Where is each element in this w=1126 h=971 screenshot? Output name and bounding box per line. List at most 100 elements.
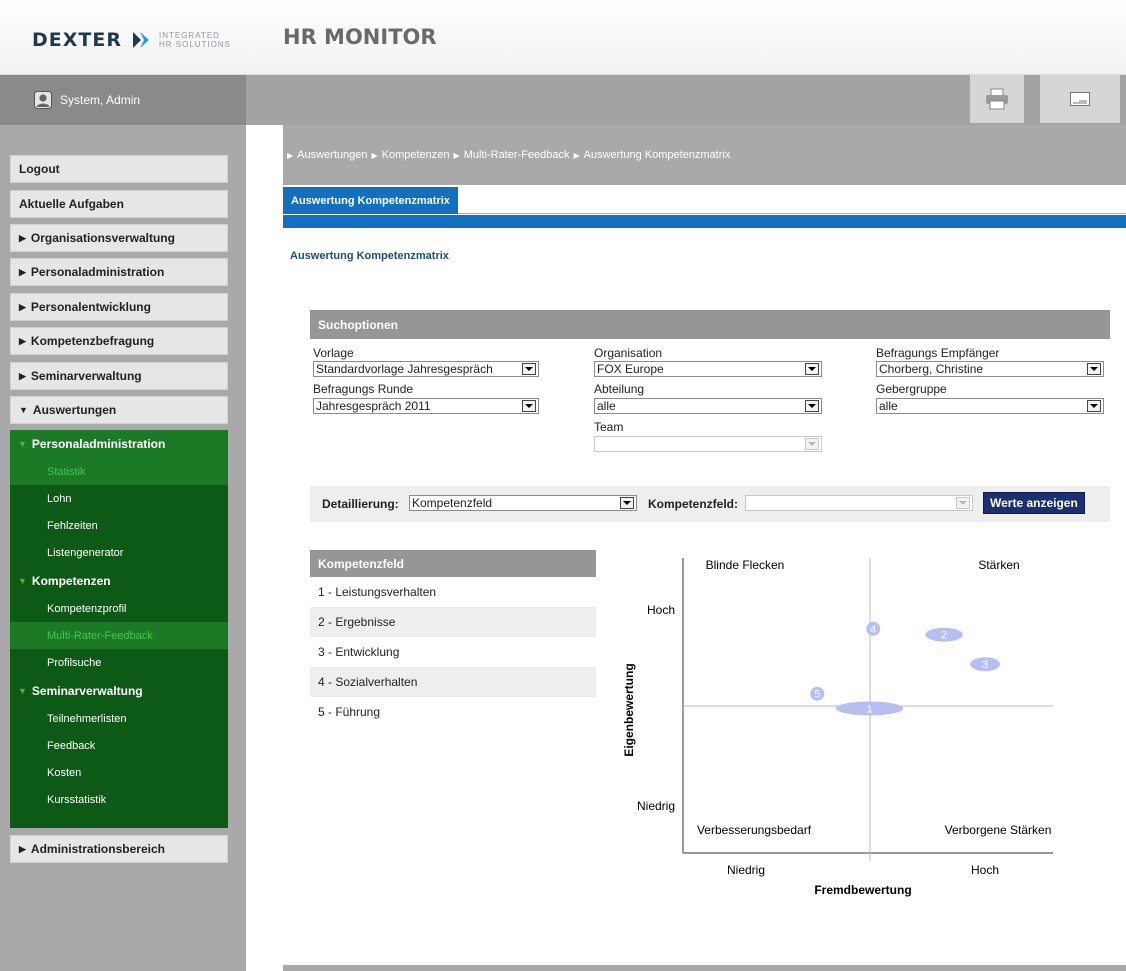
runde-value: Jahresgespräch 2011 — [316, 399, 431, 413]
submenu-item-profilsuche[interactable]: Profilsuche — [10, 649, 228, 676]
page-title: Auswertung Kompetenzmatrix — [290, 250, 449, 262]
breadcrumb-item[interactable]: Multi-Rater-Feedback — [464, 149, 570, 161]
caret-down-icon: ▼ — [18, 439, 27, 449]
main-content: ▶ Auswertungen ▶ Kompetenzen ▶ Multi-Rat… — [283, 125, 1126, 971]
breadcrumb-arrow-icon: ▶ — [287, 150, 294, 160]
organisation-label: Organisation — [594, 346, 663, 360]
table-row[interactable]: 5 - Führung — [310, 697, 596, 727]
show-values-button[interactable]: Werte anzeigen — [983, 492, 1085, 514]
bubble-label: 1 — [866, 703, 872, 715]
y-tick-label: Niedrig — [637, 799, 675, 813]
submenu-item-listengenerator[interactable]: Listengenerator — [10, 539, 228, 566]
search-options: Suchoptionen Vorlage Standardvorlage Jah… — [310, 310, 1110, 470]
empfaenger-value: Chorberg, Christine — [879, 362, 984, 376]
submenu-item-fehlzeiten[interactable]: Fehlzeiten — [10, 512, 228, 539]
bubble-label: 2 — [941, 630, 947, 642]
organisation-select[interactable]: FOX Europe — [594, 361, 822, 377]
chevron-down-icon[interactable] — [522, 400, 536, 412]
tab-stripe — [283, 215, 1126, 228]
submenu-item-kompetenzprofil[interactable]: Kompetenzprofil — [10, 595, 228, 622]
sidebar-item-organisationsverwaltung[interactable]: ▶ Organisationsverwaltung — [10, 224, 228, 252]
print-button[interactable] — [970, 75, 1024, 123]
vorlage-select[interactable]: Standardvorlage Jahresgespräch — [313, 361, 539, 377]
sidebar-item-personalentwicklung[interactable]: ▶ Personalentwicklung — [10, 293, 228, 321]
tab-auswertung-kompetenzmatrix[interactable]: Auswertung Kompetenzmatrix — [283, 187, 458, 214]
sidebar-item-administrationsbereich[interactable]: ▶ Administrationsbereich — [10, 835, 228, 863]
submenu-item-statistik[interactable]: Statistik — [10, 458, 228, 485]
user-name: System, Admin — [60, 93, 141, 107]
chevron-down-icon[interactable] — [805, 438, 819, 450]
gebergruppe-select[interactable]: alle — [876, 398, 1104, 414]
sidebar-item-auswertungen[interactable]: ▼ Auswertungen — [10, 396, 228, 424]
breadcrumb-arrow-icon: ▶ — [453, 150, 460, 160]
table-row[interactable]: 1 - Leistungsverhalten — [310, 577, 596, 607]
caret-down-icon: ▼ — [19, 405, 28, 415]
breadcrumb-item[interactable]: Kompetenzen — [382, 149, 450, 161]
sidebar-item-kompetenzbefragung[interactable]: ▶ Kompetenzbefragung — [10, 327, 228, 355]
sidebar: Logout Aktuelle Aufgaben ▶ Organisations… — [0, 125, 246, 971]
y-tick-label: Hoch — [647, 603, 675, 617]
submenu-item-multi-rater-feedback[interactable]: Multi-Rater-Feedback — [10, 622, 228, 649]
caret-right-icon: ▶ — [19, 335, 26, 346]
table-row[interactable]: 3 - Entwicklung — [310, 637, 596, 667]
kompetenzfeld-select[interactable] — [745, 495, 973, 511]
submenu-item-teilnehmerlisten[interactable]: Teilnehmerlisten — [10, 705, 228, 732]
submenu-item-kosten[interactable]: Kosten — [10, 759, 228, 786]
y-axis-title: Eigenbewertung — [622, 663, 636, 756]
user-box[interactable]: System, Admin — [0, 75, 246, 125]
chevron-down-icon[interactable] — [805, 363, 819, 375]
breadcrumb-item: Auswertung Kompetenzmatrix — [583, 149, 731, 161]
sidebar-item-logout[interactable]: Logout — [10, 155, 228, 183]
chevron-down-icon[interactable] — [1087, 400, 1101, 412]
submenu-label: Personaladministration — [31, 437, 166, 451]
detaillierung-label: Detaillierung: — [322, 497, 399, 511]
submenu-personaladministration[interactable]: ▼ Personaladministration — [10, 430, 228, 458]
sidebar-item-label: Aktuelle Aufgaben — [19, 197, 124, 211]
caret-down-icon: ▼ — [18, 686, 27, 696]
sidebar-item-tasks[interactable]: Aktuelle Aufgaben — [10, 190, 228, 218]
detaillierung-select[interactable]: Kompetenzfeld — [409, 495, 637, 511]
submenu-seminarverwaltung[interactable]: ▼ Seminarverwaltung — [10, 677, 228, 705]
caret-right-icon: ▶ — [19, 301, 26, 312]
breadcrumb: ▶ Auswertungen ▶ Kompetenzen ▶ Multi-Rat… — [283, 125, 1126, 185]
table-row[interactable]: 2 - Ergebnisse — [310, 607, 596, 637]
quadrant-label-top-left: Blinde Flecken — [706, 558, 785, 572]
kompetenzfeld-table: Kompetenzfeld 1 - Leistungsverhalten 2 -… — [310, 550, 596, 727]
sidebar-item-label: Organisationsverwaltung — [30, 231, 175, 245]
app-title: HR MONITOR — [283, 25, 437, 49]
runde-select[interactable]: Jahresgespräch 2011 — [313, 398, 539, 414]
sidebar-item-label: Kompetenzbefragung — [30, 334, 155, 348]
sidebar-item-personaladministration[interactable]: ▶ Personaladministration — [10, 258, 228, 286]
breadcrumb-arrow-icon: ▶ — [573, 150, 580, 160]
user-icon — [34, 91, 52, 109]
submenu-item-lohn[interactable]: Lohn — [10, 485, 228, 512]
table-row[interactable]: 4 - Sozialverhalten — [310, 667, 596, 697]
chevron-down-icon[interactable] — [620, 497, 634, 509]
chevron-down-icon[interactable] — [1087, 363, 1101, 375]
submenu-kompetenzen[interactable]: ▼ Kompetenzen — [10, 567, 228, 595]
caret-down-icon: ▼ — [18, 576, 27, 586]
tab-bar: Auswertung Kompetenzmatrix — [283, 187, 1126, 214]
team-select[interactable] — [594, 436, 822, 452]
empfaenger-select[interactable]: Chorberg, Christine — [876, 361, 1104, 377]
chevron-down-icon[interactable] — [956, 497, 970, 509]
logo-tagline-2: HR SOLUTIONS — [158, 40, 231, 49]
detail-bar: Detaillierung: Kompetenzfeld Kompetenzfe… — [310, 486, 1110, 522]
content-panel: Auswertung Kompetenzmatrix Suchoptionen … — [283, 228, 1126, 971]
chevron-down-icon[interactable] — [522, 363, 536, 375]
submenu-item-kursstatistik[interactable]: Kursstatistik — [10, 786, 228, 813]
submenu-item-feedback[interactable]: Feedback — [10, 732, 228, 759]
logo-tagline: INTEGRATED HR SOLUTIONS — [159, 31, 231, 49]
x-tick-label: Hoch — [971, 863, 999, 877]
gebergruppe-label: Gebergruppe — [876, 382, 947, 396]
abteilung-value: alle — [597, 399, 616, 413]
sidebar-item-seminarverwaltung[interactable]: ▶ Seminarverwaltung — [10, 362, 228, 390]
team-label: Team — [594, 420, 624, 434]
sidebar-item-label: Personalentwicklung — [30, 300, 151, 314]
message-button[interactable] — [1040, 75, 1120, 123]
auswertungen-submenu: ▼ Personaladministration Statistik Lohn … — [10, 430, 228, 828]
breadcrumb-item[interactable]: Auswertungen — [297, 149, 367, 161]
bubble-series: 1 2 3 4 5 — [810, 621, 1001, 716]
chevron-down-icon[interactable] — [805, 400, 819, 412]
abteilung-select[interactable]: alle — [594, 398, 822, 414]
